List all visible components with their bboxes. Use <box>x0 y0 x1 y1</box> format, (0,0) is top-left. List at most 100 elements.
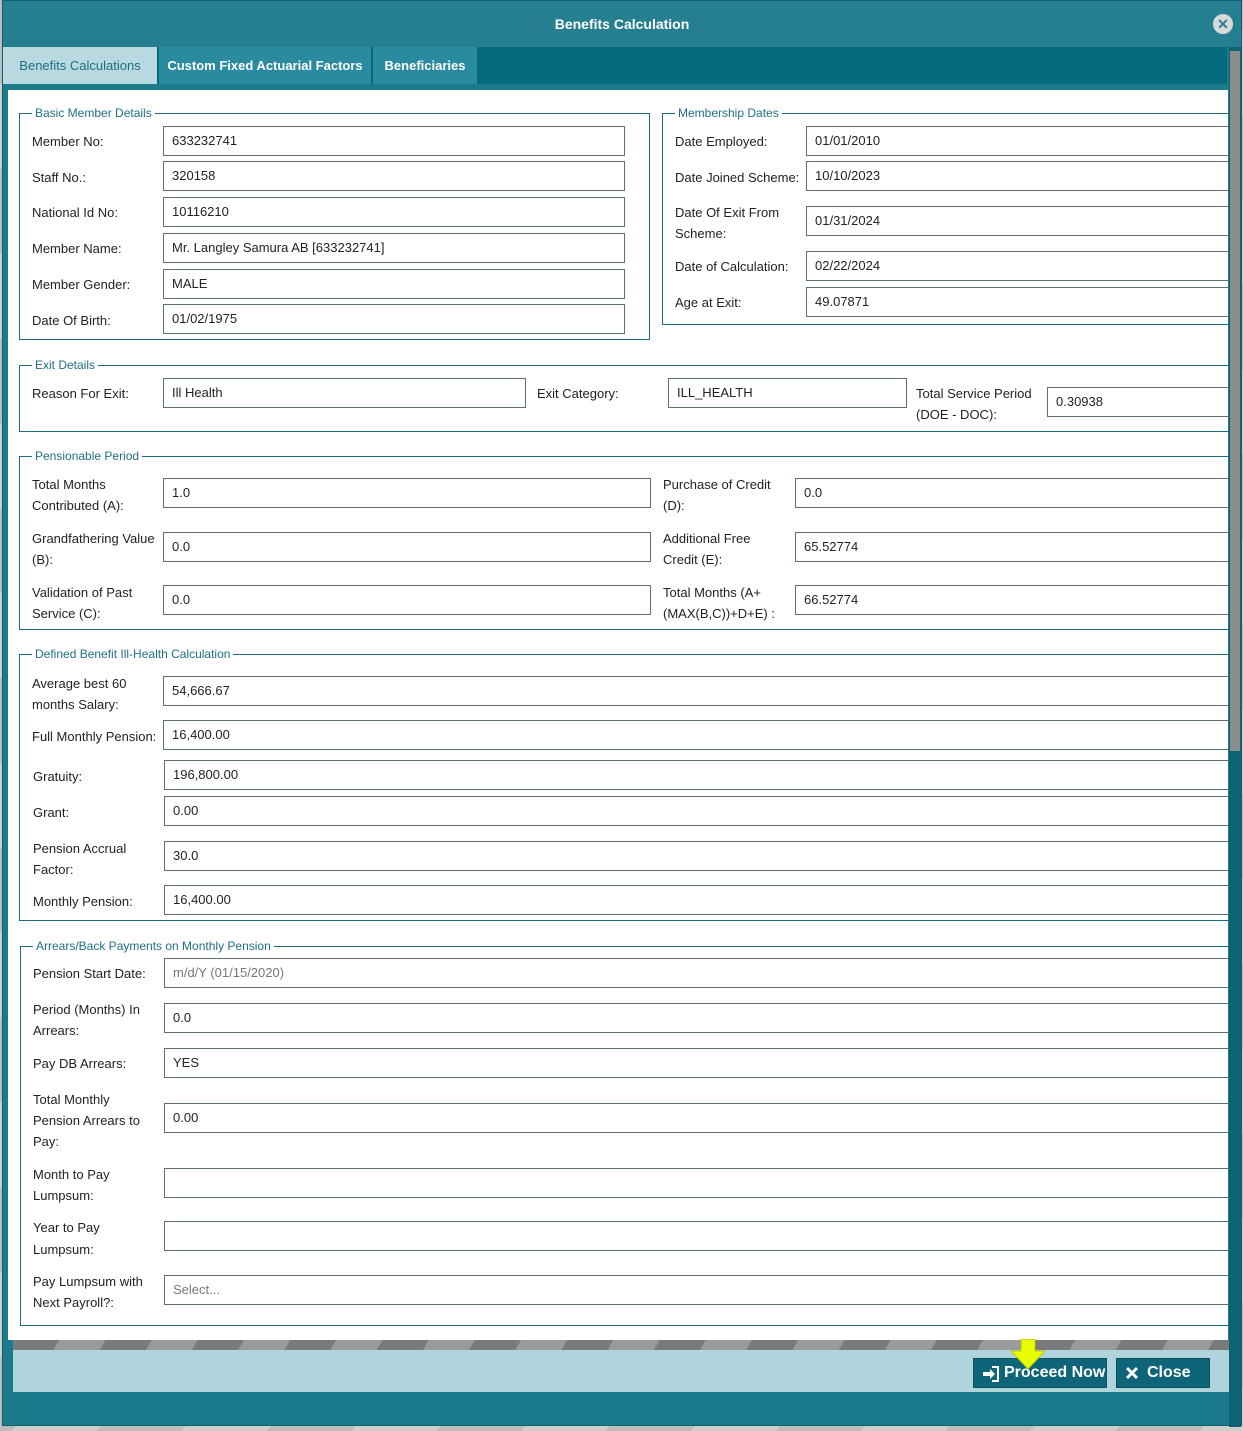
total-arrears-label: Total Monthly <box>33 1092 110 1107</box>
total-arrears-field[interactable]: 0.00 <box>164 1103 1228 1133</box>
grandfathering-value-field[interactable]: 0.0 <box>163 532 651 562</box>
x-icon <box>1125 1366 1139 1380</box>
year-to-pay-field[interactable] <box>164 1221 1228 1251</box>
year-to-pay-label-2: Lumpsum: <box>33 1242 94 1257</box>
group-legend: Arrears/Back Payments on Monthly Pension <box>33 939 274 953</box>
total-months-contributed-label: Total Months <box>32 477 106 492</box>
grant-field[interactable]: 0.00 <box>164 796 1228 826</box>
total-service-period-label: Total Service Period <box>916 386 1032 401</box>
dob-field[interactable]: 01/02/1975 <box>163 304 625 334</box>
average-salary-label-2: months Salary: <box>32 697 119 712</box>
tab-benefits-calculations[interactable]: Benefits Calculations <box>3 47 157 84</box>
national-id-field[interactable]: 10116210 <box>163 197 625 227</box>
date-calculation-label: Date of Calculation: <box>675 259 789 274</box>
total-months-label-2: (MAX(B,C))+D+E) : <box>663 606 775 621</box>
gratuity-field[interactable]: 196,800.00 <box>164 760 1228 790</box>
basic-member-details-group: Basic Member Details Member No: 63323274… <box>19 106 650 340</box>
gratuity-label: Gratuity: <box>33 769 83 784</box>
close-label: Close <box>1147 1364 1191 1381</box>
monthly-pension-label: Monthly Pension: <box>33 894 133 909</box>
footer-divider <box>13 1340 1229 1350</box>
month-to-pay-label: Month to Pay <box>33 1167 110 1182</box>
additional-free-credit-label-2: Credit (E): <box>663 552 723 567</box>
scrollbar-thumb[interactable] <box>1230 51 1240 751</box>
close-button[interactable]: Close <box>1116 1358 1210 1388</box>
close-icon[interactable]: ✕ <box>1213 14 1233 34</box>
total-months-field[interactable]: 66.52774 <box>795 585 1228 615</box>
age-at-exit-field[interactable]: 49.07871 <box>806 287 1228 317</box>
full-monthly-pension-label: Full Monthly Pension: <box>32 729 157 744</box>
additional-free-credit-label: Additional Free <box>663 531 751 546</box>
total-months-contributed-field[interactable]: 1.0 <box>163 478 651 508</box>
full-monthly-pension-field[interactable]: 16,400.00 <box>163 720 1228 750</box>
validation-past-service-label: Validation of Past <box>32 585 133 600</box>
pay-db-arrears-field[interactable]: YES <box>164 1048 1228 1078</box>
pay-with-next-payroll-label: Pay Lumpsum with <box>33 1274 143 1289</box>
sign-in-icon <box>983 1366 999 1382</box>
exit-details-group: Exit Details Reason For Exit: Ill Health… <box>19 358 1228 432</box>
total-arrears-label-3: Pay: <box>33 1134 60 1149</box>
grant-label: Grant: <box>33 805 70 820</box>
dialog-footer: Proceed Now Close <box>13 1350 1229 1392</box>
date-employed-field[interactable]: 01/01/2010 <box>806 126 1228 156</box>
membership-dates-group: Membership Dates Date Employed: 01/01/20… <box>662 106 1228 325</box>
pension-accrual-field[interactable]: 30.0 <box>164 841 1228 871</box>
average-salary-field[interactable]: 54,666.67 <box>163 676 1228 706</box>
group-legend: Exit Details <box>32 358 99 372</box>
year-to-pay-label: Year to Pay <box>33 1220 100 1235</box>
total-service-period-field[interactable]: 0.30938 <box>1047 387 1228 417</box>
dialog-title: Benefits Calculation <box>3 1 1241 47</box>
average-salary-label: Average best 60 <box>32 676 127 691</box>
member-gender-field[interactable]: MALE <box>163 269 625 299</box>
exit-category-field[interactable]: ILL_HEALTH <box>668 378 907 408</box>
monthly-pension-field[interactable]: 16,400.00 <box>164 885 1228 915</box>
pension-accrual-label: Pension Accrual <box>33 841 127 856</box>
tab-beneficiaries[interactable]: Beneficiaries <box>373 47 477 84</box>
purchase-of-credit-field[interactable]: 0.0 <box>795 478 1228 508</box>
total-months-label: Total Months (A+ <box>663 585 761 600</box>
date-employed-label: Date Employed: <box>675 134 768 149</box>
defined-benefit-group: Defined Benefit Ill-Health Calculation A… <box>19 647 1228 921</box>
member-no-label: Member No: <box>32 134 104 149</box>
month-to-pay-label-2: Lumpsum: <box>33 1188 94 1203</box>
period-in-arrears-field[interactable]: 0.0 <box>164 1003 1228 1033</box>
group-legend: Basic Member Details <box>32 106 155 120</box>
staff-no-field[interactable]: 320158 <box>163 161 625 191</box>
date-calculation-field[interactable]: 02/22/2024 <box>806 251 1228 281</box>
pay-db-arrears-label: Pay DB Arrears: <box>33 1056 127 1071</box>
date-exit-field[interactable]: 01/31/2024 <box>806 206 1228 236</box>
purchase-of-credit-label: Purchase of Credit <box>663 477 771 492</box>
pensionable-period-group: Pensionable Period Total Months Contribu… <box>19 449 1228 630</box>
dob-label: Date Of Birth: <box>32 313 111 328</box>
tab-bar: Benefits Calculations Custom Fixed Actua… <box>3 47 1227 84</box>
date-exit-label-2: Scheme: <box>675 226 727 241</box>
pension-start-date-field[interactable]: m/d/Y (01/15/2020) <box>164 958 1228 988</box>
total-arrears-label-2: Pension Arrears to <box>33 1113 140 1128</box>
validation-past-service-field[interactable]: 0.0 <box>163 585 651 615</box>
pay-with-next-payroll-select[interactable]: Select... <box>164 1275 1228 1305</box>
age-at-exit-label: Age at Exit: <box>675 295 742 310</box>
tab-custom-fixed-actuarial-factors[interactable]: Custom Fixed Actuarial Factors <box>159 47 371 84</box>
grandfathering-value-label: Grandfathering Value <box>32 531 155 546</box>
national-id-label: National Id No: <box>32 205 118 220</box>
member-no-field[interactable]: 633232741 <box>163 126 625 156</box>
total-months-contributed-label-2: Contributed (A): <box>32 498 124 513</box>
benefits-calculation-dialog: Benefits Calculation ✕ Benefits Calculat… <box>2 0 1242 1427</box>
group-legend: Defined Benefit Ill-Health Calculation <box>32 647 234 661</box>
reason-for-exit-field[interactable]: Ill Health <box>163 378 526 408</box>
member-name-field[interactable]: Mr. Langley Samura AB [633232741] <box>163 233 625 263</box>
pension-accrual-label-2: Factor: <box>33 862 74 877</box>
total-service-period-label-2: (DOE - DOC): <box>916 407 997 422</box>
month-to-pay-field[interactable] <box>164 1168 1228 1198</box>
highlight-arrow-icon <box>1011 1339 1045 1369</box>
grandfathering-value-label-2: (B): <box>32 552 53 567</box>
member-name-label: Member Name: <box>32 241 122 256</box>
date-joined-field[interactable]: 10/10/2023 <box>806 161 1228 191</box>
form-content: Basic Member Details Member No: 63323274… <box>8 90 1228 1340</box>
group-legend: Membership Dates <box>675 106 782 120</box>
date-exit-label: Date Of Exit From <box>675 205 780 220</box>
additional-free-credit-field[interactable]: 65.52774 <box>795 532 1228 562</box>
purchase-of-credit-label-2: (D): <box>663 498 685 513</box>
period-in-arrears-label-2: Arrears: <box>33 1023 80 1038</box>
validation-past-service-label-2: Service (C): <box>32 606 101 621</box>
